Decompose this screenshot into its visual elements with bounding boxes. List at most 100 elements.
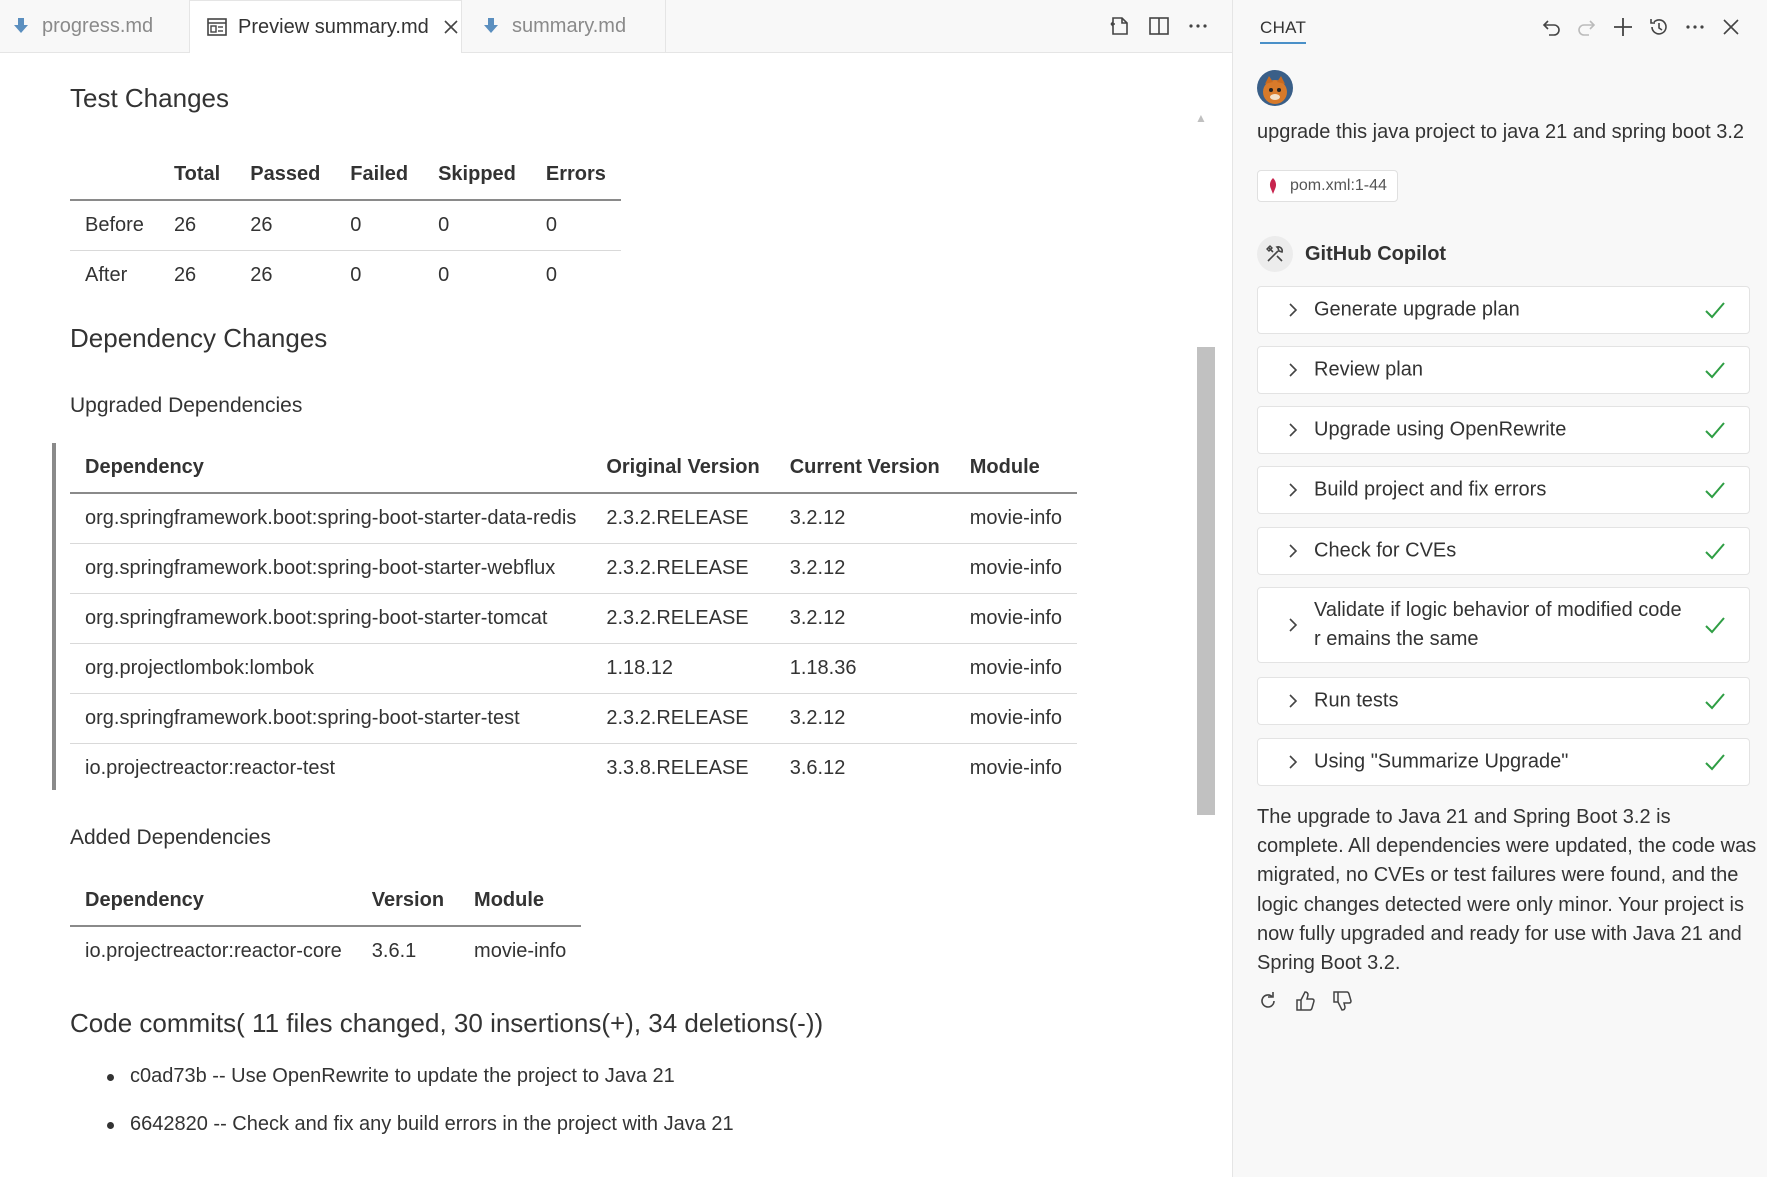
table-cell: 3.2.12	[774, 493, 955, 544]
table-cell: 26	[235, 200, 336, 251]
table-cell: 0	[350, 264, 362, 286]
step-label: Using "Summarize Upgrade"	[1314, 750, 1569, 773]
table-cell: org.springframework.boot:spring-boot-sta…	[70, 593, 592, 644]
table-cell: 2.3.2.RELEASE	[591, 543, 775, 594]
table-cell: movie-info	[954, 543, 1078, 594]
table-cell: 26	[250, 264, 273, 286]
new-chat-plus-icon[interactable]	[1610, 14, 1636, 40]
test-changes-table: Total Passed Failed Skipped Errors Befor…	[70, 149, 621, 300]
upgraded-dependencies-heading: Upgraded Dependencies	[70, 394, 303, 417]
retry-icon[interactable]	[1255, 988, 1281, 1014]
table-header-row: Dependency Version Module	[70, 875, 582, 927]
tab-preview-summary-md[interactable]: Preview summary.md	[190, 0, 462, 53]
step-item[interactable]: Build project and fix errors	[1257, 466, 1750, 514]
table-cell: 1.18.36	[774, 643, 955, 694]
table-cell: 3.6.1	[371, 940, 417, 962]
thumbs-up-icon[interactable]	[1292, 988, 1318, 1014]
list-item: 6642820 -- Check and fix any build error…	[107, 1111, 734, 1159]
table-row: org.springframework.boot:spring-boot-sta…	[70, 593, 1078, 644]
undo-icon[interactable]	[1538, 14, 1564, 40]
step-label: Run tests	[1314, 689, 1399, 712]
table-cell: 2.3.2.RELEASE	[591, 693, 775, 744]
assistant-header: GitHub Copilot	[1257, 236, 1446, 272]
table-cell: 3.2.12	[774, 593, 955, 644]
close-icon[interactable]	[441, 17, 461, 37]
step-item[interactable]: Check for CVEs	[1257, 527, 1750, 575]
history-icon[interactable]	[1646, 14, 1672, 40]
tools-icon	[1257, 236, 1293, 272]
markdown-download-icon	[480, 15, 502, 37]
tab-summary-md[interactable]: summary.md	[462, 0, 666, 52]
table-row: After 26 26 0 0 0	[70, 251, 621, 301]
table-cell: 3.2.12	[774, 543, 955, 594]
table-cell: org.springframework.boot:spring-boot-sta…	[70, 543, 592, 594]
checkmark-icon	[1705, 617, 1725, 634]
column-header: Module	[459, 875, 582, 927]
table-header-row: Total Passed Failed Skipped Errors	[70, 149, 621, 201]
table-cell: 3.6.12	[789, 757, 846, 779]
table-cell: movie-info	[954, 593, 1078, 644]
column-header: Skipped	[423, 149, 531, 201]
assistant-name: GitHub Copilot	[1305, 242, 1447, 265]
column-header: Errors	[530, 149, 621, 201]
table-cell: org.springframework.boot:spring-boot-sta…	[70, 693, 592, 744]
table-cell: 0	[545, 264, 558, 286]
column-header: Failed	[335, 149, 424, 201]
maven-icon	[1268, 177, 1284, 195]
step-item[interactable]: Run tests	[1257, 677, 1750, 725]
chat-title[interactable]: CHAT	[1260, 18, 1307, 44]
more-actions-icon[interactable]	[1186, 14, 1210, 38]
table-row: io.projectreactor:reactor-core 3.6.1 mov…	[70, 926, 581, 976]
table-cell: org.projectlombok:lombok	[70, 643, 592, 694]
chevron-right-icon	[1289, 423, 1298, 437]
table-row: org.springframework.boot:spring-boot-sta…	[70, 543, 1078, 594]
table-cell: Before	[70, 200, 159, 251]
avatar	[1257, 70, 1293, 106]
chevron-right-icon	[1289, 755, 1298, 769]
step-label: Upgrade using OpenRewrite	[1314, 418, 1567, 441]
chevron-right-icon	[1289, 363, 1298, 377]
commit-list: c0ad73b -- Use OpenRewrite to update the…	[107, 1063, 734, 1159]
table-cell: 26	[158, 200, 236, 251]
table-cell: 0	[335, 200, 424, 251]
list-item: c0ad73b -- Use OpenRewrite to update the…	[107, 1063, 734, 1111]
tab-label: Preview summary.md	[238, 15, 429, 38]
column-header: Total	[158, 149, 236, 201]
preview-icon	[206, 16, 228, 38]
column-header: Dependency	[70, 442, 592, 494]
tab-progress-md[interactable]: progress.md	[0, 0, 190, 52]
added-dependencies-table: Dependency Version Module io.projectreac…	[70, 875, 582, 976]
checkmark-icon	[1705, 693, 1725, 710]
test-changes-heading: Test Changes	[70, 83, 229, 113]
column-header: Dependency	[70, 875, 357, 927]
chevron-right-icon	[1289, 483, 1298, 497]
table-cell: movie-info	[969, 757, 1063, 779]
open-source-icon[interactable]	[1108, 14, 1132, 38]
close-icon[interactable]	[1718, 14, 1744, 40]
scrollbar[interactable]	[1197, 347, 1215, 815]
checkmark-icon	[1705, 422, 1725, 439]
user-message: upgrade this java project to java 21 and…	[1257, 121, 1744, 143]
step-label: Generate upgrade plan	[1314, 298, 1520, 321]
step-item[interactable]: Review plan	[1257, 346, 1750, 394]
table-cell: org.springframework.boot:spring-boot-sta…	[70, 493, 592, 544]
thumbs-down-icon[interactable]	[1329, 988, 1355, 1014]
editor-area: progress.md Preview summary.md summary.m…	[0, 0, 1232, 1177]
checkmark-icon	[1705, 754, 1725, 771]
table-cell: movie-info	[954, 643, 1078, 694]
file-reference-label: pom.xml:1-44	[1290, 177, 1387, 194]
file-reference-chip[interactable]: pom.xml:1-44	[1257, 170, 1398, 202]
step-item[interactable]: Generate upgrade plan	[1257, 286, 1750, 334]
checkmark-icon	[1705, 362, 1725, 379]
step-item[interactable]: Validate if logic behavior of modified c…	[1257, 587, 1750, 663]
markdown-download-icon	[10, 15, 32, 37]
scroll-up-arrow-icon[interactable]: ▲	[1195, 111, 1207, 125]
step-item[interactable]: Using "Summarize Upgrade"	[1257, 738, 1750, 786]
more-actions-icon[interactable]	[1682, 14, 1708, 40]
redo-icon[interactable]	[1574, 14, 1600, 40]
split-editor-icon[interactable]	[1147, 14, 1171, 38]
step-label: Check for CVEs	[1314, 539, 1457, 562]
table-row: Before 26 26 0 0 0	[70, 200, 621, 251]
table-cell: 3.2.12	[774, 693, 955, 744]
step-item[interactable]: Upgrade using OpenRewrite	[1257, 406, 1750, 454]
